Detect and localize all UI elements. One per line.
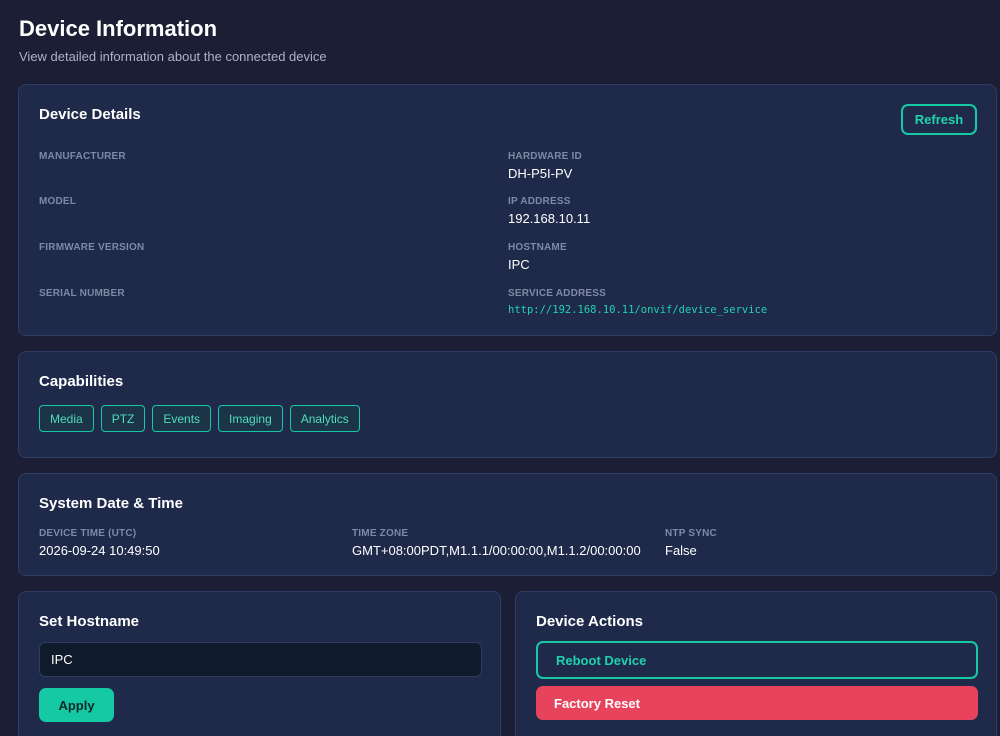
device-actions-card: Device Actions Reboot Device Factory Res… bbox=[515, 591, 997, 736]
model-label: MODEL bbox=[39, 196, 77, 207]
firmware-version-field: FIRMWARE VERSION bbox=[39, 242, 144, 257]
hostname-field: HOSTNAME IPC bbox=[508, 242, 567, 272]
device-time-field: DEVICE TIME (UTC) 2026-09-24 10:49:50 bbox=[39, 528, 160, 558]
device-actions-title: Device Actions bbox=[536, 613, 643, 630]
service-address-label: SERVICE ADDRESS bbox=[508, 288, 607, 299]
service-address-field: SERVICE ADDRESS http://192.168.10.11/onv… bbox=[508, 288, 767, 316]
capabilities-title: Capabilities bbox=[39, 373, 124, 390]
time-zone-label: TIME ZONE bbox=[352, 528, 409, 539]
firmware-version-label: FIRMWARE VERSION bbox=[39, 242, 145, 253]
capability-chip-imaging: Imaging bbox=[218, 405, 283, 432]
capability-chip-ptz: PTZ bbox=[100, 405, 146, 432]
system-datetime-title: System Date & Time bbox=[39, 495, 183, 512]
refresh-button[interactable]: Refresh bbox=[901, 104, 977, 135]
hardware-id-label: HARDWARE ID bbox=[508, 151, 582, 162]
hardware-id-value: DH-P5I-PV bbox=[508, 166, 573, 181]
capability-chip-media: Media bbox=[39, 405, 94, 432]
set-hostname-card: Set Hostname Apply bbox=[18, 591, 501, 736]
capability-chip-events: Events bbox=[152, 405, 212, 432]
apply-button[interactable]: Apply bbox=[39, 688, 114, 722]
factory-reset-button[interactable]: Factory Reset bbox=[536, 686, 978, 720]
capability-chip-analytics: Analytics bbox=[289, 405, 360, 432]
hostname-label: HOSTNAME bbox=[508, 242, 567, 253]
ip-address-value: 192.168.10.11 bbox=[508, 211, 591, 226]
serial-number-label: SERIAL NUMBER bbox=[39, 288, 125, 299]
page-title: Device Information bbox=[19, 16, 218, 41]
ntp-sync-label: NTP SYNC bbox=[665, 528, 717, 539]
device-time-label: DEVICE TIME (UTC) bbox=[39, 528, 137, 539]
device-details-card: Device Details Refresh MANUFACTURER MODE… bbox=[18, 84, 997, 336]
hardware-id-field: HARDWARE ID DH-P5I-PV bbox=[508, 151, 582, 181]
ntp-sync-field: NTP SYNC False bbox=[665, 528, 717, 558]
ip-address-label: IP ADDRESS bbox=[508, 196, 571, 207]
set-hostname-title: Set Hostname bbox=[39, 613, 140, 630]
system-datetime-card: System Date & Time DEVICE TIME (UTC) 202… bbox=[18, 473, 997, 576]
ntp-sync-value: False bbox=[665, 543, 697, 558]
capabilities-list: Media PTZ Events Imaging Analytics bbox=[39, 405, 360, 432]
time-zone-value: GMT+08:00PDT,M1.1.1/00:00:00,M1.1.2/00:0… bbox=[352, 543, 641, 558]
manufacturer-label: MANUFACTURER bbox=[39, 151, 126, 162]
device-information-page: Device Information View detailed informa… bbox=[0, 0, 1000, 736]
ip-address-field: IP ADDRESS 192.168.10.11 bbox=[508, 196, 590, 226]
page-header: Device Information View detailed informa… bbox=[19, 15, 327, 64]
reboot-device-button[interactable]: Reboot Device bbox=[536, 641, 978, 679]
model-field: MODEL bbox=[39, 196, 76, 211]
service-address-value: http://192.168.10.11/onvif/device_servic… bbox=[508, 304, 768, 316]
time-zone-field: TIME ZONE GMT+08:00PDT,M1.1.1/00:00:00,M… bbox=[352, 528, 641, 558]
hostname-value: IPC bbox=[508, 257, 530, 272]
capabilities-card: Capabilities Media PTZ Events Imaging An… bbox=[18, 351, 997, 458]
device-details-title: Device Details bbox=[39, 106, 141, 123]
manufacturer-field: MANUFACTURER bbox=[39, 151, 126, 166]
serial-number-field: SERIAL NUMBER bbox=[39, 288, 125, 303]
device-time-value: 2026-09-24 10:49:50 bbox=[39, 543, 160, 558]
page-subtitle: View detailed information about the conn… bbox=[19, 49, 327, 64]
hostname-input[interactable] bbox=[39, 642, 482, 677]
